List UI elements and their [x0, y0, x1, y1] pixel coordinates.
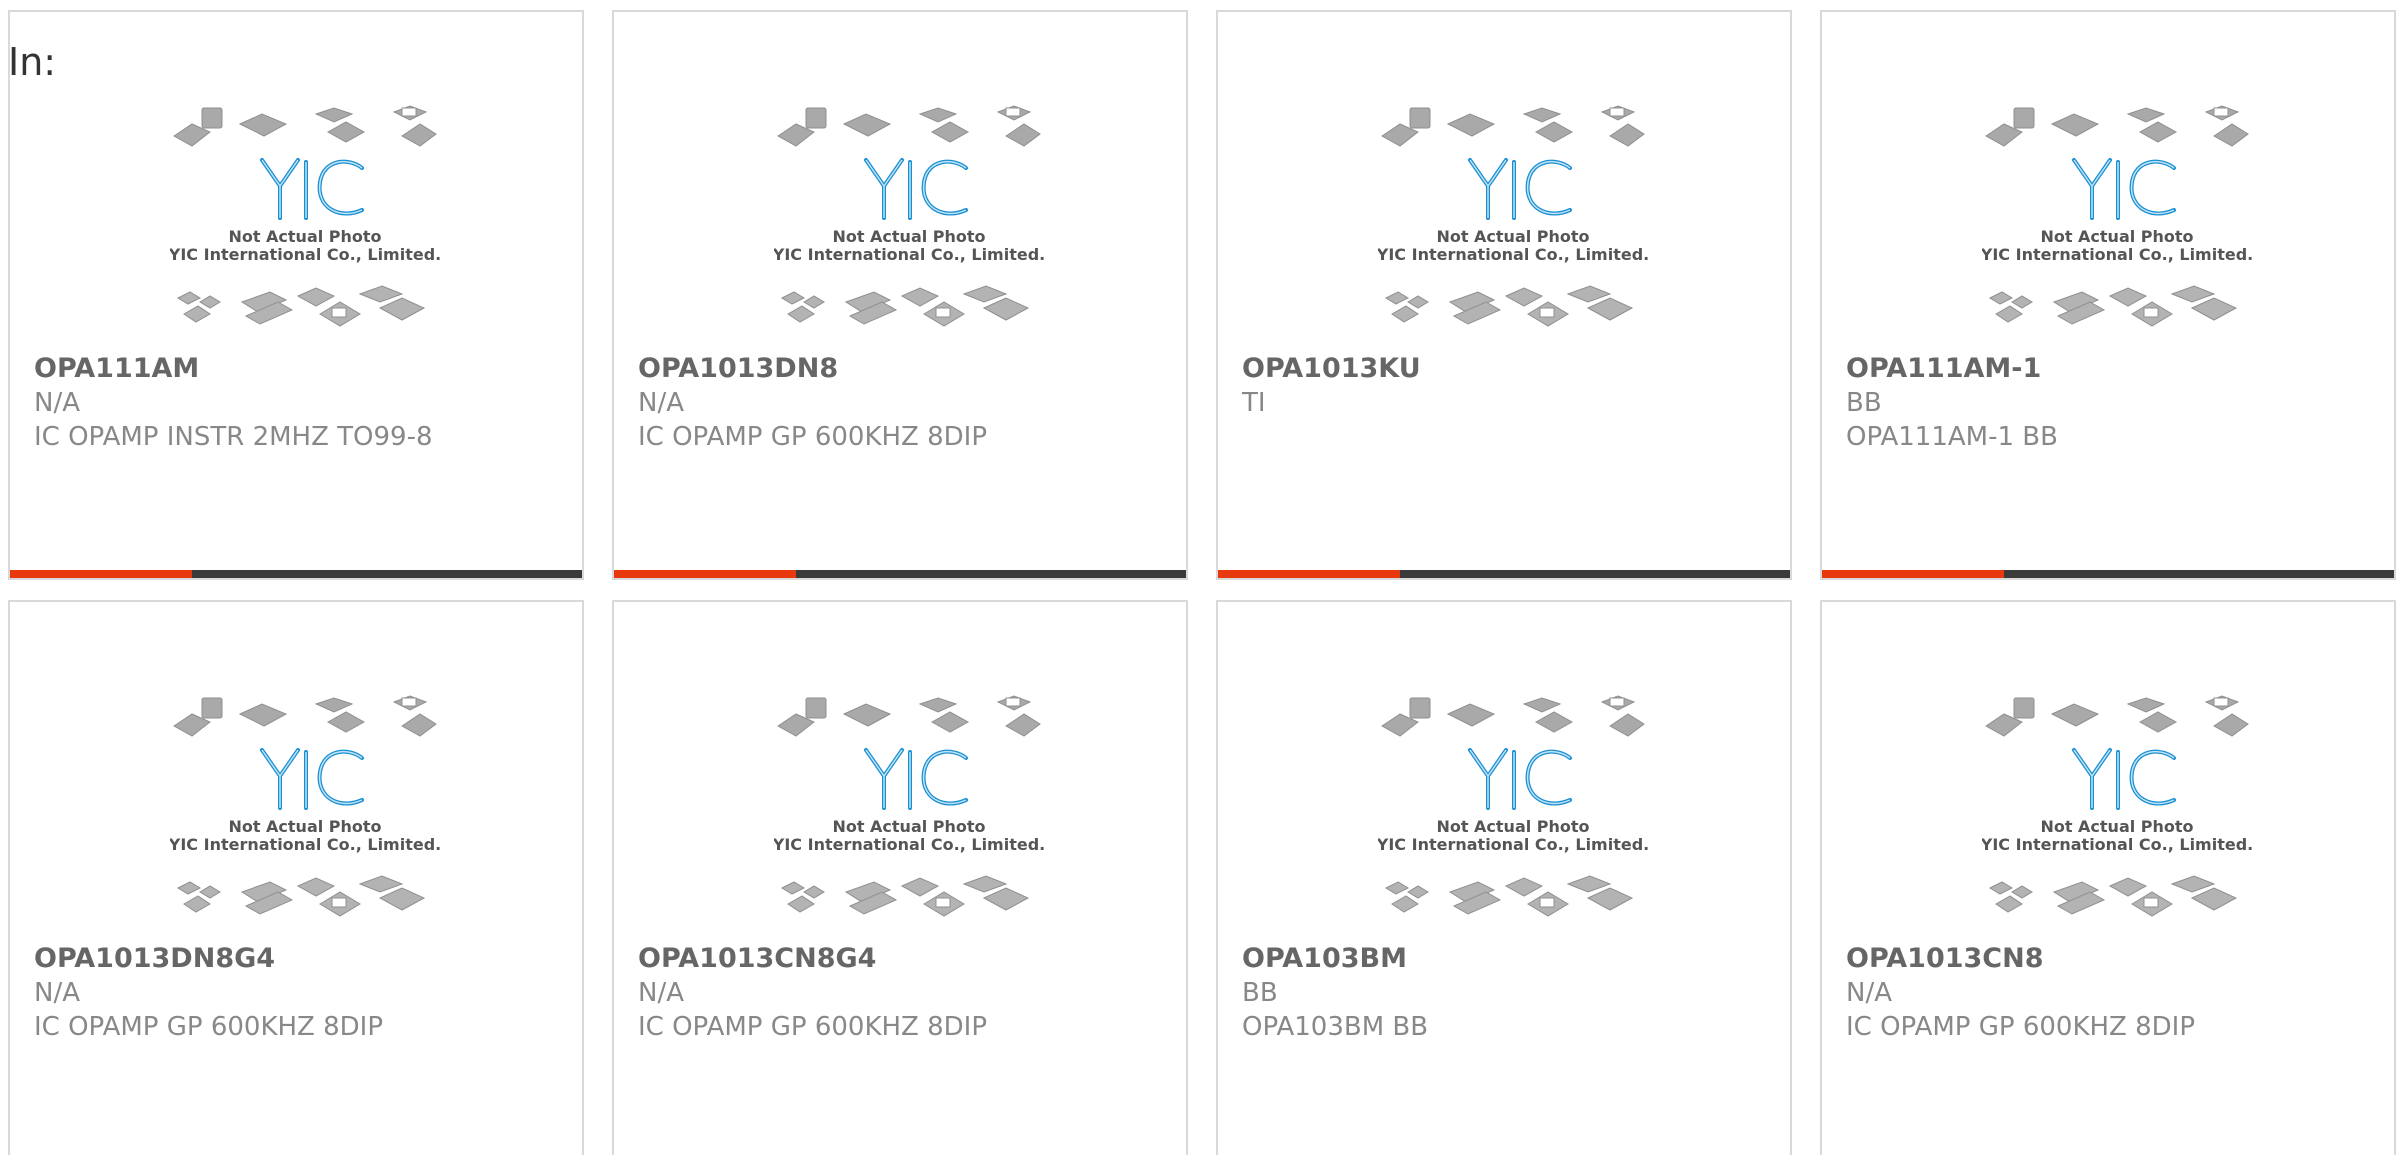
placeholder-photo: [170, 694, 440, 918]
product-info: OPA111AM-1 BB OPA111AM-1 BB: [1846, 352, 2058, 454]
manufacturer: N/A: [34, 388, 80, 418]
part-number-link[interactable]: OPA1013KU: [1242, 352, 1421, 386]
placeholder-photo: [1378, 694, 1648, 918]
placeholder-photo: [170, 104, 440, 328]
manufacturer: N/A: [638, 978, 684, 1008]
description: IC OPAMP GP 600KHZ 8DIP: [638, 1012, 988, 1042]
part-number-link[interactable]: OPA111AM: [34, 352, 433, 386]
card-accent-bar: [10, 570, 192, 578]
manufacturer: N/A: [638, 388, 684, 418]
placeholder-photo: [1378, 104, 1648, 328]
card-bottom-bar: [10, 570, 582, 578]
part-number-link[interactable]: OPA1013CN8G4: [638, 942, 987, 976]
placeholder-photo: [1982, 104, 2252, 328]
product-info: OPA1013KU TI: [1242, 352, 1421, 420]
product-card[interactable]: OPA1013CN8G4 N/A IC OPAMP GP 600KHZ 8DIP: [612, 600, 1188, 1155]
description: IC OPAMP GP 600KHZ 8DIP: [34, 1012, 384, 1042]
description: OPA111AM-1 BB: [1846, 422, 2058, 452]
card-accent-bar: [1822, 570, 2004, 578]
in-label: In:: [8, 40, 57, 84]
product-card[interactable]: OPA111AM-1 BB OPA111AM-1 BB: [1820, 10, 2396, 580]
placeholder-photo: [1982, 694, 2252, 918]
placeholder-photo: [774, 694, 1044, 918]
product-info: OPA1013DN8G4 N/A IC OPAMP GP 600KHZ 8DIP: [34, 942, 383, 1044]
description: IC OPAMP GP 600KHZ 8DIP: [638, 422, 988, 452]
manufacturer: TI: [1242, 388, 1266, 418]
description: IC OPAMP GP 600KHZ 8DIP: [1846, 1012, 2196, 1042]
manufacturer: BB: [1242, 978, 1278, 1008]
card-accent-bar: [614, 570, 796, 578]
product-info: OPA111AM N/A IC OPAMP INSTR 2MHZ TO99-8: [34, 352, 433, 454]
card-accent-bar: [1218, 570, 1400, 578]
part-number-link[interactable]: OPA1013CN8: [1846, 942, 2195, 976]
card-bottom-bar: [614, 570, 1186, 578]
manufacturer: N/A: [1846, 978, 1892, 1008]
card-bottom-bar: [1218, 570, 1790, 578]
product-card[interactable]: OPA1013DN8G4 N/A IC OPAMP GP 600KHZ 8DIP: [8, 600, 584, 1155]
product-card[interactable]: OPA103BM BB OPA103BM BB: [1216, 600, 1792, 1155]
description: OPA103BM BB: [1242, 1012, 1429, 1042]
product-card[interactable]: OPA1013DN8 N/A IC OPAMP GP 600KHZ 8DIP: [612, 10, 1188, 580]
description: IC OPAMP INSTR 2MHZ TO99-8: [34, 422, 433, 452]
product-info: OPA1013CN8 N/A IC OPAMP GP 600KHZ 8DIP: [1846, 942, 2195, 1044]
product-card[interactable]: OPA111AM N/A IC OPAMP INSTR 2MHZ TO99-8: [8, 10, 584, 580]
part-number-link[interactable]: OPA1013DN8G4: [34, 942, 383, 976]
manufacturer: BB: [1846, 388, 1882, 418]
product-info: OPA1013CN8G4 N/A IC OPAMP GP 600KHZ 8DIP: [638, 942, 987, 1044]
part-number-link[interactable]: OPA111AM-1: [1846, 352, 2058, 386]
product-card[interactable]: OPA1013KU TI: [1216, 10, 1792, 580]
product-info: OPA1013DN8 N/A IC OPAMP GP 600KHZ 8DIP: [638, 352, 987, 454]
product-card[interactable]: OPA1013CN8 N/A IC OPAMP GP 600KHZ 8DIP: [1820, 600, 2396, 1155]
manufacturer: N/A: [34, 978, 80, 1008]
card-bottom-bar: [1822, 570, 2394, 578]
product-info: OPA103BM BB OPA103BM BB: [1242, 942, 1428, 1044]
part-number-link[interactable]: OPA1013DN8: [638, 352, 987, 386]
product-grid: OPA111AM N/A IC OPAMP INSTR 2MHZ TO99-8 …: [0, 0, 2400, 1155]
placeholder-photo: [774, 104, 1044, 328]
product-grid-page: In: OPA111AM N/A IC OPAMP INSTR 2MHZ TO9…: [0, 0, 2400, 1155]
part-number-link[interactable]: OPA103BM: [1242, 942, 1428, 976]
